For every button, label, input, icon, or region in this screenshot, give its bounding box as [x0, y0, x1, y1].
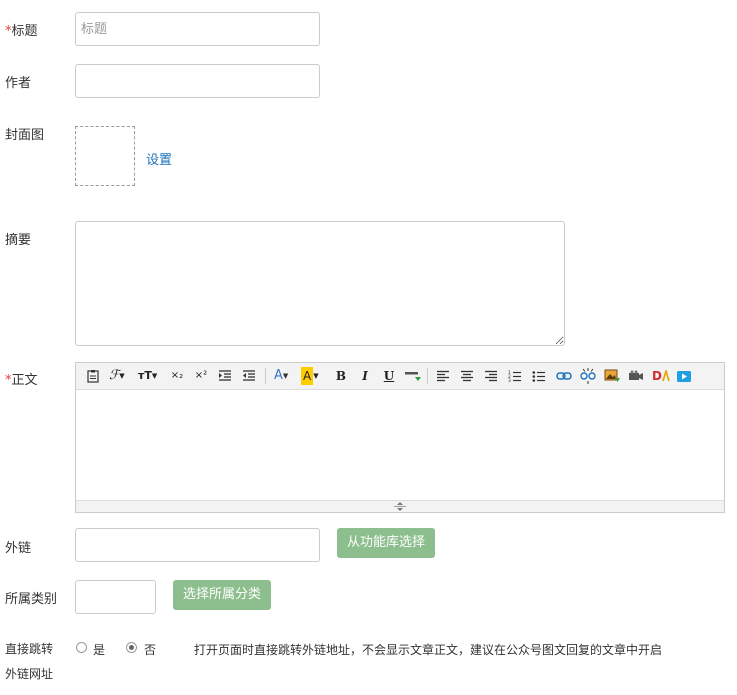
select-from-library-button[interactable]: 从功能库选择 — [337, 528, 436, 558]
redirect-no-label[interactable]: 否 — [144, 641, 156, 658]
underline-icon[interactable]: U — [382, 367, 396, 385]
resize-grip-icon — [394, 502, 406, 511]
align-center-icon[interactable] — [460, 367, 474, 385]
author-input[interactable] — [75, 64, 320, 98]
font-color-icon[interactable]: A ▼ — [274, 367, 288, 385]
toolbar-separator — [427, 368, 428, 384]
title-input[interactable] — [75, 12, 320, 46]
subscript-icon[interactable]: ×₂ — [170, 367, 184, 385]
author-label: 作者 — [5, 76, 32, 91]
summary-textarea[interactable] — [75, 221, 565, 346]
align-left-icon[interactable] — [436, 367, 450, 385]
align-right-icon[interactable] — [484, 367, 498, 385]
select-category-button[interactable]: 选择所属分类 — [173, 580, 272, 610]
bold-icon[interactable]: B — [334, 367, 348, 385]
italic-icon[interactable]: I — [358, 367, 372, 385]
cover-image-box[interactable] — [75, 126, 135, 186]
paste-icon[interactable] — [86, 367, 100, 385]
redirect-label-line2: 外链网址 — [5, 667, 54, 681]
unlink-icon[interactable] — [580, 367, 596, 385]
redirect-no-radio[interactable] — [126, 642, 137, 653]
editor-resize-handle[interactable] — [76, 500, 724, 512]
category-label: 所属类别 — [5, 592, 58, 607]
external-link-input[interactable] — [75, 528, 320, 562]
toolbar-separator — [265, 368, 266, 384]
superscript-icon[interactable]: ×² — [194, 367, 208, 385]
insert-media-icon[interactable] — [676, 367, 692, 385]
link-icon[interactable] — [556, 367, 572, 385]
insert-horizontal-rule-icon[interactable] — [404, 367, 422, 385]
font-family-icon[interactable]: ℱ ▼ — [109, 367, 125, 385]
editor-content-area[interactable] — [76, 390, 724, 500]
indent-icon[interactable] — [218, 367, 232, 385]
redirect-hint: 打开页面时直接跳转外链地址，不会显示文章正文，建议在公众号图文回复的文章中开启 — [194, 643, 663, 657]
unordered-list-icon[interactable] — [532, 367, 546, 385]
rich-text-editor: ℱ ▼ тT ▼ ×₂ ×² A ▼ A ▼ B I U 1 2 3 D — [75, 362, 725, 513]
redirect-yes-radio[interactable] — [76, 642, 87, 653]
highlight-color-icon[interactable]: A ▼ — [301, 367, 319, 385]
insert-video-icon[interactable] — [628, 367, 644, 385]
insert-flash-icon[interactable]: D — [652, 367, 670, 385]
redirect-label-line1: 直接跳转 — [5, 642, 54, 656]
insert-image-icon[interactable] — [604, 367, 620, 385]
external-link-label: 外链 — [5, 541, 32, 556]
body-label: *正文 — [5, 373, 38, 388]
outdent-icon[interactable] — [242, 367, 256, 385]
title-label: *标题 — [5, 24, 38, 39]
summary-label: 摘要 — [5, 233, 32, 248]
svg-text:3: 3 — [508, 378, 511, 383]
cover-label: 封面图 — [5, 128, 45, 143]
set-cover-link[interactable]: 设置 — [146, 149, 172, 168]
font-size-icon[interactable]: тT ▼ — [138, 367, 157, 385]
redirect-yes-label[interactable]: 是 — [93, 641, 105, 658]
ordered-list-icon[interactable]: 123 — [508, 367, 522, 385]
category-input[interactable] — [75, 580, 156, 614]
editor-toolbar: ℱ ▼ тT ▼ ×₂ ×² A ▼ A ▼ B I U 1 2 3 D — [76, 363, 724, 390]
